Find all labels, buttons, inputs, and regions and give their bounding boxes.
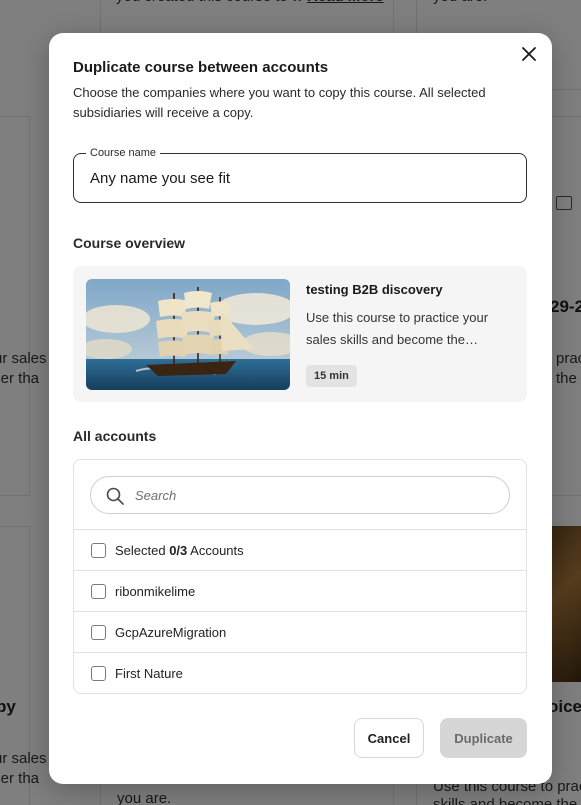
dialog-title: Duplicate course between accounts: [73, 59, 329, 76]
duplicate-course-dialog: Duplicate course between accounts Choose…: [49, 33, 552, 784]
dialog-description: Choose the companies where you want to c…: [73, 85, 486, 120]
account-label: First Nature: [115, 665, 183, 681]
all-accounts-heading: All accounts: [73, 428, 157, 444]
duplicate-button[interactable]: Duplicate: [440, 718, 527, 758]
account-checkbox[interactable]: [91, 583, 106, 599]
search-field[interactable]: [90, 476, 510, 514]
sailing-ship-image: [86, 279, 290, 390]
select-all-checkbox[interactable]: [91, 542, 106, 558]
course-name-input[interactable]: [90, 154, 510, 202]
account-row[interactable]: First Nature: [74, 652, 526, 693]
course-overview-heading: Course overview: [73, 235, 186, 251]
account-label: ribonmikelime: [115, 583, 196, 599]
course-title: testing B2B discovery: [306, 282, 443, 297]
duration-badge: 15 min: [306, 365, 357, 387]
close-button[interactable]: [516, 41, 542, 67]
account-checkbox[interactable]: [91, 624, 106, 640]
course-thumbnail: [86, 279, 290, 390]
close-icon: [522, 47, 536, 61]
course-overview-card: testing B2B discovery Use this course to…: [73, 266, 527, 402]
account-checkbox[interactable]: [91, 665, 106, 681]
cancel-button[interactable]: Cancel: [354, 718, 424, 758]
account-row[interactable]: GcpAzureMigration: [74, 611, 526, 652]
account-row[interactable]: ribonmikelime: [74, 570, 526, 611]
select-all-row[interactable]: Selected 0/3 Accounts: [74, 529, 526, 570]
account-label: GcpAzureMigration: [115, 624, 227, 640]
search-input[interactable]: [135, 477, 495, 513]
course-description: Use this course to practice your sales s…: [306, 310, 489, 347]
selected-count-label: Selected 0/3 Accounts: [115, 542, 244, 558]
course-name-field[interactable]: Course name: [73, 146, 527, 203]
accounts-list: Selected 0/3 Accounts ribonmikelime GcpA…: [73, 459, 527, 694]
search-icon: [106, 487, 124, 505]
